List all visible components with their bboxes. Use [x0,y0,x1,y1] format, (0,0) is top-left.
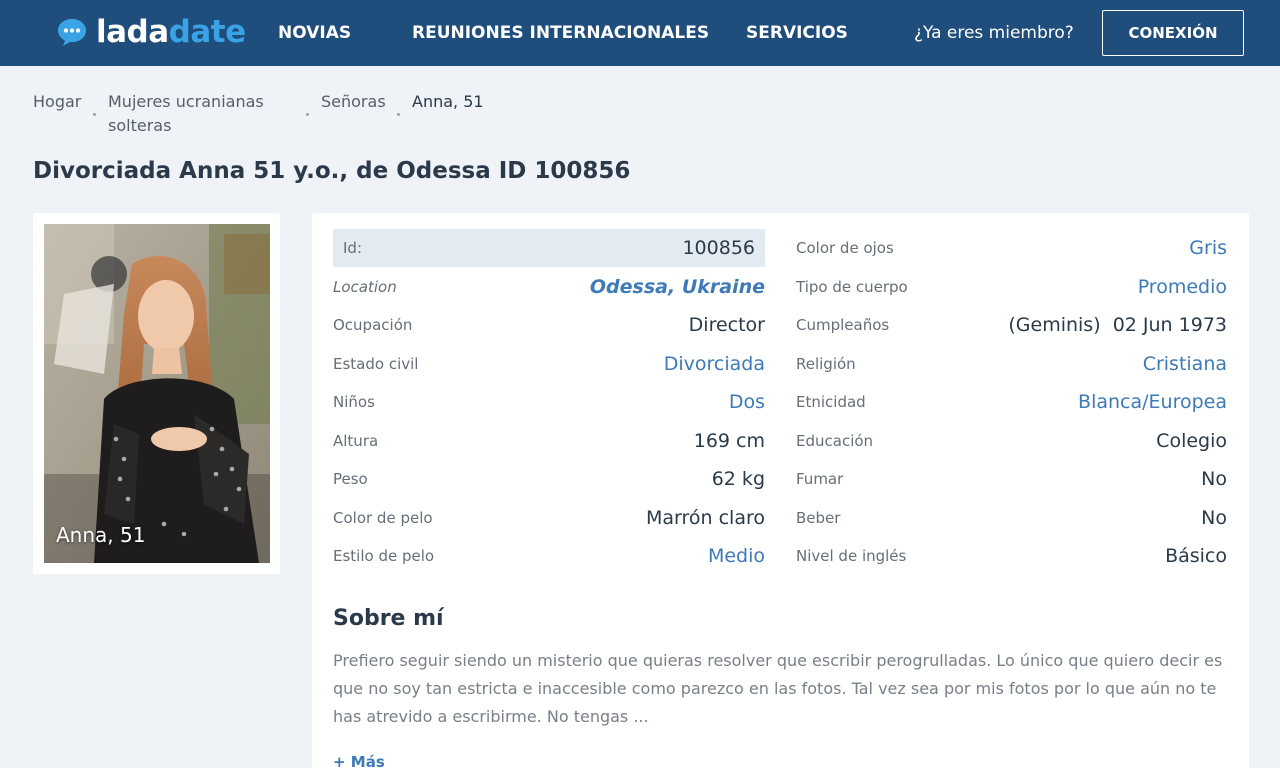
field-value-link[interactable]: Dos [729,391,765,413]
field-label: Location [333,278,397,296]
field-value-link[interactable]: Cristiana [1143,353,1227,375]
field-english-level: Nivel de inglés Básico [796,537,1227,575]
field-religion: Religión Cristiana [796,345,1227,383]
field-label: Peso [333,470,368,488]
profile-photo[interactable]: Anna, 51 [44,224,270,563]
nav-reuniones-internacionales[interactable]: REUNIONES INTERNACIONALES [412,23,709,43]
show-more-link[interactable]: + Más [333,753,385,768]
field-label: Estado civil [333,355,419,373]
photo-caption: Anna, 51 [56,523,146,547]
field-children: Niños Dos [333,383,765,421]
field-body-type: Tipo de cuerpo Promedio [796,268,1227,306]
logo-text-part1: lada [96,14,169,50]
field-location: Location Odessa, Ukraine [333,268,765,306]
field-label: Etnicidad [796,393,866,411]
profile-photo-card: Anna, 51 [33,213,280,574]
field-value-link[interactable]: Gris [1189,237,1227,259]
breadcrumb-ukrainian-singles[interactable]: Mujeres ucranianas solteras [108,90,264,138]
breadcrumb-home[interactable]: Hogar [33,90,81,114]
field-label: Niños [333,393,375,411]
field-label: Estilo de pelo [333,547,435,565]
field-value-link[interactable]: Blanca/Europea [1078,391,1227,413]
breadcrumb-ladies[interactable]: Señoras [321,90,386,114]
field-label: Ocupación [333,316,413,334]
field-value: Colegio [1156,430,1227,452]
field-label: Fumar [796,470,844,488]
field-eye-color: Color de ojos Gris [796,229,1227,267]
breadcrumb-separator [93,113,96,116]
field-label: Nivel de inglés [796,547,907,565]
field-education: Educación Colegio [796,422,1227,460]
field-label: Tipo de cuerpo [796,278,908,296]
breadcrumb-separator [397,113,400,116]
breadcrumb-ukrainian-singles-line2: solteras [108,116,172,135]
field-value: (Geminis) 02 Jun 1973 [1008,314,1227,336]
field-value: Director [688,314,765,336]
field-birthday: Cumpleaños (Geminis) 02 Jun 1973 [796,306,1227,344]
field-height: Altura 169 cm [333,422,765,460]
field-ethnicity: Etnicidad Blanca/Europea [796,383,1227,421]
field-label: Cumpleaños [796,316,890,334]
page-title: Divorciada Anna 51 y.o., de Odessa ID 10… [33,158,631,184]
field-label: Altura [333,432,379,450]
field-value: 100856 [682,237,755,259]
field-value: No [1201,507,1227,529]
field-label: Color de ojos [796,239,894,257]
breadcrumb-ukrainian-singles-line1: Mujeres ucranianas [108,92,264,111]
field-label: Religión [796,355,856,373]
field-value: 169 cm [693,430,765,452]
site-logo[interactable]: ladadate [56,16,246,48]
logo-text: ladadate [96,16,246,48]
field-label: Educación [796,432,874,450]
field-value: Básico [1165,545,1227,567]
field-drinking: Beber No [796,499,1227,537]
field-label: Beber [796,509,841,527]
nav-servicios[interactable]: SERVICIOS [746,23,848,43]
logo-text-part2: date [168,14,246,50]
field-value: 62 kg [711,468,765,490]
breadcrumb-separator [306,113,309,116]
profile-photo-image [44,224,270,563]
field-value: Marrón claro [645,507,765,529]
profile-details-card: Id: 100856 Location Odessa, Ukraine Ocup… [312,213,1249,768]
member-prompt: ¿Ya eres miembro? [914,23,1074,43]
field-smoking: Fumar No [796,460,1227,498]
field-value-link[interactable]: Promedio [1138,276,1227,298]
field-value-link[interactable]: Medio [708,545,765,567]
login-button[interactable]: CONEXIÓN [1102,10,1244,56]
nav-novias[interactable]: NOVIAS [278,23,351,43]
field-occupation: Ocupación Director [333,306,765,344]
field-weight: Peso 62 kg [333,460,765,498]
field-hair-color: Color de pelo Marrón claro [333,499,765,537]
top-navigation-bar: ladadate NOVIAS REUNIONES INTERNACIONALE… [0,0,1280,66]
field-id: Id: 100856 [333,229,765,267]
field-value-link[interactable]: Divorciada [664,353,765,375]
about-title: Sobre mí [333,606,444,631]
field-marital-status: Estado civil Divorciada [333,345,765,383]
breadcrumb-current: Anna, 51 [412,92,484,111]
field-value: No [1201,468,1227,490]
field-label: Id: [343,239,362,257]
field-hair-style: Estilo de pelo Medio [333,537,765,575]
location-link[interactable]: Odessa, Ukraine [590,276,765,298]
about-text: Prefiero seguir siendo un misterio que q… [333,651,1223,726]
chat-bubble-icon [58,19,86,46]
field-label: Color de pelo [333,509,433,527]
